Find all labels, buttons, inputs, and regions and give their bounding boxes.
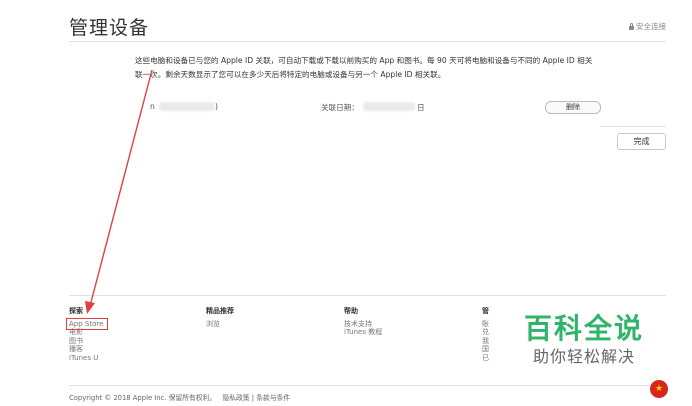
section-divider xyxy=(600,126,666,127)
remove-button[interactable]: 删除 xyxy=(545,101,601,114)
notice-text: 这些电脑和设备已与您的 Apple ID 关联，可自动下载或下载以前购买的 Ap… xyxy=(135,56,593,79)
footer-divider xyxy=(69,295,666,296)
footer-link-itunes-u[interactable]: iTunes U xyxy=(69,354,103,363)
privacy-link[interactable]: 隐私政策 xyxy=(222,394,249,402)
footer-heading: 探索 xyxy=(69,307,83,315)
footer-link-redeem[interactable]: 兑 xyxy=(482,328,489,337)
device-name-prefix: n xyxy=(150,102,155,111)
secure-connection: 安全连接 xyxy=(629,21,666,32)
footer-link-books[interactable]: 图书 xyxy=(69,337,103,346)
watermark-subtitle: 助你轻松解决 xyxy=(532,347,635,366)
footer-link-podcasts[interactable]: 播客 xyxy=(69,345,103,354)
lock-icon xyxy=(629,22,634,30)
page-title: 管理设备 xyxy=(69,17,150,39)
device-name-suffix: ) xyxy=(215,102,218,111)
date-label: 关联日期： xyxy=(321,103,359,112)
china-flag-icon[interactable]: ★ xyxy=(650,380,668,398)
footer-heading: 帮助 xyxy=(344,307,358,315)
footer-link-account[interactable]: 账 xyxy=(482,320,489,329)
watermark: 百科全说 助你轻松解决 xyxy=(510,312,658,368)
footer-heading: 管 xyxy=(482,307,489,315)
copyright-divider xyxy=(69,385,666,386)
footer-link-wishlist[interactable]: 我 xyxy=(482,337,489,346)
device-row: n ) 关联日期： 日 xyxy=(135,100,605,114)
secure-label: 安全连接 xyxy=(636,22,666,31)
footer-link-support[interactable]: 技术支持 xyxy=(344,320,382,329)
app-store-highlight-box xyxy=(66,318,108,330)
terms-link[interactable]: 条款与条件 xyxy=(256,394,290,402)
footer-column-featured: 精品推荐 浏览 xyxy=(206,307,234,328)
date-redacted xyxy=(363,102,415,111)
copyright-text: Copyright © 2018 Apple Inc. 保留所有权利。 xyxy=(69,394,217,402)
footer-column-manage: 管 账 兑 我 国 已 xyxy=(482,307,489,362)
footer-heading: 精品推荐 xyxy=(206,307,234,315)
footer-column-help: 帮助 技术支持 iTunes 教程 xyxy=(344,307,382,337)
copyright-bar: Copyright © 2018 Apple Inc. 保留所有权利。 隐私政策… xyxy=(69,392,290,402)
footer-link-purchased[interactable]: 已 xyxy=(482,354,489,363)
device-name-redacted xyxy=(159,102,215,111)
footer-link-region[interactable]: 国 xyxy=(482,345,489,354)
footer-link-itunes-tutorial[interactable]: iTunes 教程 xyxy=(344,328,382,337)
separator: | xyxy=(251,394,255,402)
footer-link-browse[interactable]: 浏览 xyxy=(206,320,234,329)
header-divider xyxy=(69,41,666,42)
date-suffix: 日 xyxy=(417,103,425,112)
footer-column-explore: 探索 App Store 电影 图书 播客 iTunes U xyxy=(69,307,103,362)
watermark-title: 百科全说 xyxy=(523,312,644,345)
done-button[interactable]: 完成 xyxy=(617,133,666,150)
